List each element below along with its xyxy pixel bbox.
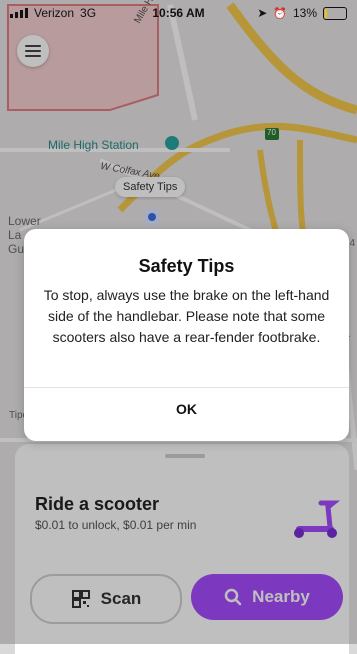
modal-title: Safety Tips [138, 256, 235, 276]
status-bar: Verizon 3G 10:56 AM ➤ ⏰ 13% [0, 0, 357, 24]
safety-tips-modal: Safety Tips To stop, always use the brak… [24, 229, 349, 441]
modal-divider [24, 387, 349, 388]
location-arrow-icon: ➤ [257, 6, 268, 20]
ok-button[interactable]: OK [24, 401, 349, 417]
battery-percent: 13% [292, 6, 317, 20]
battery-icon [323, 6, 347, 20]
modal-body: To stop, always use the brake on the lef… [43, 287, 330, 345]
alarm-icon: ⏰ [273, 7, 287, 20]
